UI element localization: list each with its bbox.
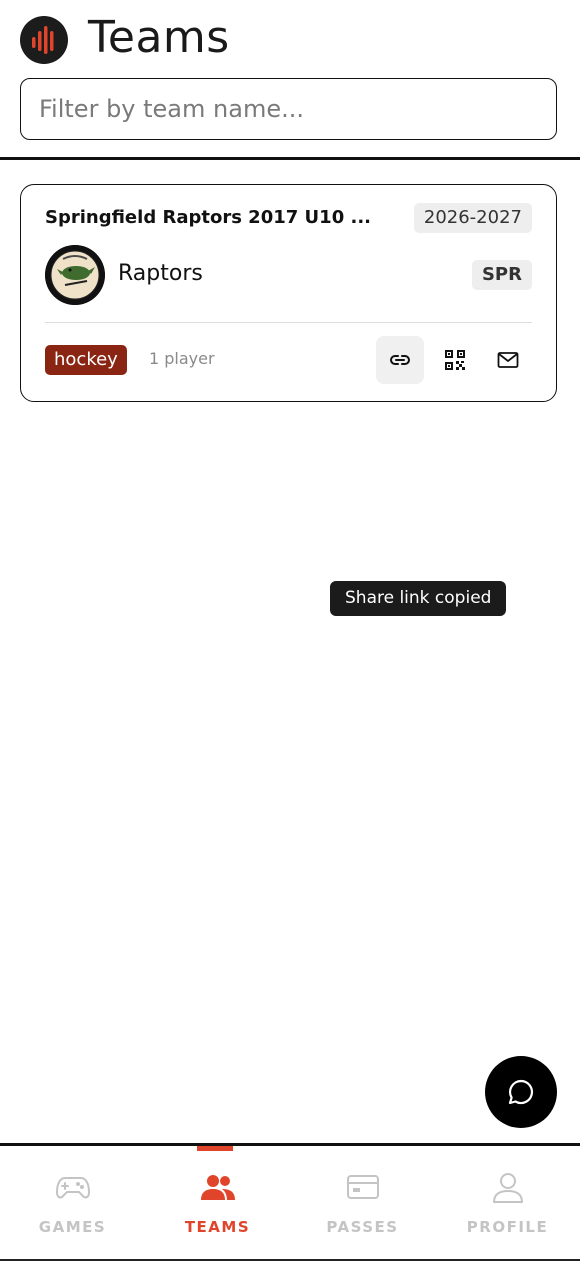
player-count: 1 player xyxy=(149,349,215,368)
profile-icon xyxy=(492,1173,523,1203)
team-name: Springfield Raptors 2017 U10 ... xyxy=(45,207,371,228)
users-icon xyxy=(200,1175,235,1200)
team-avatar xyxy=(45,245,105,305)
gamepad-icon xyxy=(55,1177,90,1199)
pass-card-icon xyxy=(346,1175,379,1199)
tab-label: GAMES xyxy=(38,1218,107,1236)
copy-share-link-button[interactable] xyxy=(376,336,424,384)
tab-label: PASSES xyxy=(326,1218,399,1236)
header-divider xyxy=(0,157,580,160)
app-logo xyxy=(20,16,68,64)
share-link-toast: Share link copied xyxy=(330,581,507,616)
tab-profile[interactable]: PROFILE xyxy=(435,1146,580,1261)
qr-code-icon xyxy=(445,350,465,370)
email-share-button[interactable] xyxy=(484,336,532,384)
card-divider xyxy=(45,322,532,323)
tab-label: PROFILE xyxy=(466,1218,549,1236)
team-filter-input[interactable] xyxy=(20,78,557,140)
page-title: Teams xyxy=(88,12,230,63)
tab-label: TEAMS xyxy=(184,1218,251,1236)
team-short-name: Raptors xyxy=(118,261,203,286)
sport-badge: hockey xyxy=(45,345,127,375)
chat-bubble-icon xyxy=(508,1079,533,1105)
qr-code-button[interactable] xyxy=(431,336,479,384)
active-tab-indicator xyxy=(197,1146,233,1151)
tab-passes[interactable]: PASSES xyxy=(290,1146,435,1261)
mail-icon xyxy=(497,352,519,368)
chat-button[interactable] xyxy=(485,1056,557,1128)
tab-teams[interactable]: TEAMS xyxy=(145,1146,290,1261)
team-card[interactable]: Springfield Raptors 2017 U10 ... 2026-20… xyxy=(20,184,557,402)
header: Teams xyxy=(0,0,580,160)
team-abbreviation-badge: SPR xyxy=(471,260,532,290)
tab-games[interactable]: GAMES xyxy=(0,1146,145,1261)
season-badge: 2026-2027 xyxy=(413,203,532,233)
link-icon xyxy=(390,355,410,365)
bottom-tab-bar: GAMES TEAMS PASSES PROFILE xyxy=(0,1143,580,1261)
